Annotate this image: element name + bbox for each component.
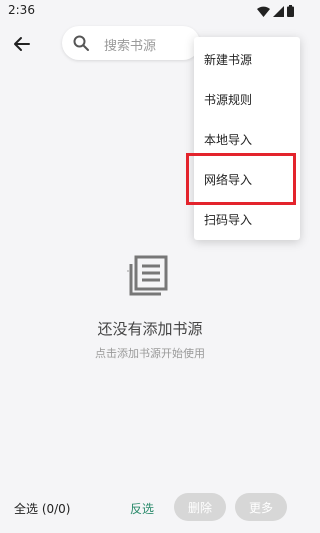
menu-item-label: 新建书源	[204, 53, 253, 67]
select-all-checkbox[interactable]: 全选 (0/0)	[14, 500, 71, 517]
menu-item-label: 书源规则	[204, 93, 253, 107]
book-list-icon	[127, 255, 168, 296]
arrow-left-icon	[14, 37, 30, 51]
bottom-bar: 全选 (0/0) 反选 删除 更多	[0, 490, 300, 524]
menu-item-qr-import[interactable]: 扫码导入	[194, 199, 300, 239]
status-time: 2:36	[8, 3, 35, 17]
wifi-icon	[257, 6, 270, 17]
menu-item-label: 本地导入	[204, 133, 253, 147]
battery-icon	[287, 5, 294, 17]
search-icon	[73, 35, 89, 51]
menu-item-source-rules[interactable]: 书源规则	[194, 79, 300, 119]
status-bar: 2:36	[0, 0, 300, 22]
overflow-menu: 新建书源 书源规则 本地导入 网络导入 扫码导入	[194, 37, 300, 240]
empty-state-subtitle: 点击添加书源开始使用	[95, 347, 205, 360]
menu-item-network-import[interactable]: 网络导入	[194, 159, 300, 199]
back-button[interactable]	[10, 32, 34, 56]
invert-selection-button[interactable]: 反选	[130, 500, 154, 517]
menu-item-new-source[interactable]: 新建书源	[194, 39, 300, 79]
search-placeholder: 搜索书源	[104, 39, 157, 54]
status-icons	[257, 5, 294, 17]
more-button[interactable]: 更多	[235, 493, 287, 521]
menu-item-label: 网络导入	[204, 173, 253, 187]
empty-state-title: 还没有添加书源	[97, 320, 203, 338]
menu-item-label: 扫码导入	[204, 213, 253, 227]
search-input[interactable]: 搜索书源	[62, 26, 200, 60]
delete-button[interactable]: 删除	[174, 493, 226, 521]
menu-item-local-import[interactable]: 本地导入	[194, 119, 300, 159]
signal-icon	[273, 5, 284, 17]
